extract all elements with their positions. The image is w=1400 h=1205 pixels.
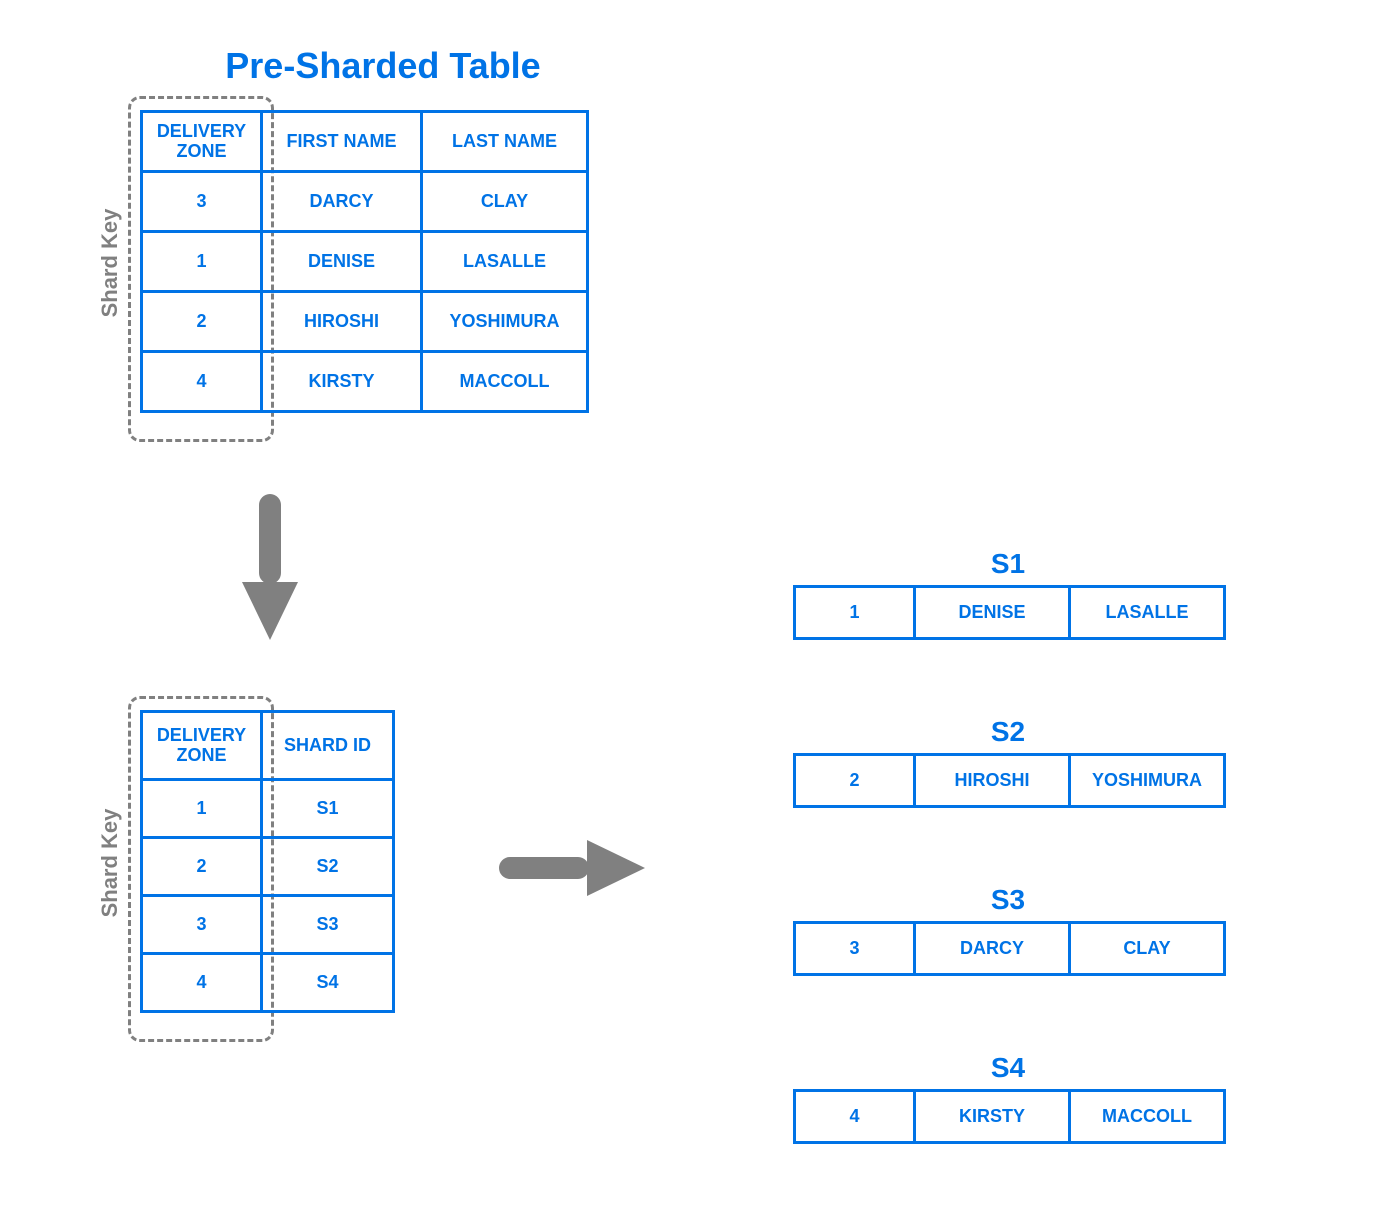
cell-first: KIRSTY <box>262 352 422 412</box>
col-header-delivery-zone: DELIVERY ZONE <box>142 712 262 780</box>
cell-zone: 3 <box>795 923 915 975</box>
cell-shard: S1 <box>262 780 394 838</box>
page-title: Pre-Sharded Table <box>180 45 586 87</box>
cell-zone: 2 <box>795 755 915 807</box>
shard-table: 4 KIRSTY MACCOLL <box>793 1089 1226 1144</box>
cell-zone: 4 <box>795 1091 915 1143</box>
table-row: 4 S4 <box>142 954 394 1012</box>
cell-last: YOSHIMURA <box>1070 755 1225 807</box>
cell-zone: 3 <box>142 896 262 954</box>
shard-table: 1 DENISE LASALLE <box>793 585 1226 640</box>
cell-first: DARCY <box>262 172 422 232</box>
cell-zone: 1 <box>142 780 262 838</box>
col-header-last-name: LAST NAME <box>422 112 588 172</box>
shard-table: 3 DARCY CLAY <box>793 921 1226 976</box>
table-header-row: DELIVERY ZONE SHARD ID <box>142 712 394 780</box>
col-header-shard-id: SHARD ID <box>262 712 394 780</box>
shard-title: S4 <box>793 1052 1223 1084</box>
cell-zone: 4 <box>142 954 262 1012</box>
cell-last: MACCOLL <box>422 352 588 412</box>
cell-last: CLAY <box>422 172 588 232</box>
cell-zone: 4 <box>142 352 262 412</box>
cell-shard: S3 <box>262 896 394 954</box>
shard-title: S3 <box>793 884 1223 916</box>
cell-first: DENISE <box>915 587 1070 639</box>
table-row: 1 DENISE LASALLE <box>795 587 1225 639</box>
table-row: 3 S3 <box>142 896 394 954</box>
shard-key-label-bottom: Shard Key <box>97 803 123 923</box>
pre-sharded-table: DELIVERY ZONE FIRST NAME LAST NAME 3 DAR… <box>140 110 589 413</box>
cell-last: YOSHIMURA <box>422 292 588 352</box>
shard-key-label-top: Shard Key <box>97 203 123 323</box>
col-header-first-name: FIRST NAME <box>262 112 422 172</box>
cell-last: LASALLE <box>422 232 588 292</box>
shard-title: S2 <box>793 716 1223 748</box>
table-row: 1 S1 <box>142 780 394 838</box>
table-header-row: DELIVERY ZONE FIRST NAME LAST NAME <box>142 112 588 172</box>
lookup-table: DELIVERY ZONE SHARD ID 1 S1 2 S2 3 S3 4 … <box>140 710 395 1013</box>
cell-first: KIRSTY <box>915 1091 1070 1143</box>
table-row: 4 KIRSTY MACCOLL <box>795 1091 1225 1143</box>
cell-shard: S4 <box>262 954 394 1012</box>
table-row: 3 DARCY CLAY <box>795 923 1225 975</box>
cell-last: CLAY <box>1070 923 1225 975</box>
arrow-right-icon <box>495 840 645 896</box>
table-row: 2 HIROSHI YOSHIMURA <box>142 292 588 352</box>
table-row: 1 DENISE LASALLE <box>142 232 588 292</box>
cell-last: LASALLE <box>1070 587 1225 639</box>
table-row: 3 DARCY CLAY <box>142 172 588 232</box>
cell-zone: 1 <box>795 587 915 639</box>
arrow-down-icon <box>242 490 298 640</box>
cell-first: HIROSHI <box>262 292 422 352</box>
table-row: 4 KIRSTY MACCOLL <box>142 352 588 412</box>
cell-zone: 2 <box>142 838 262 896</box>
cell-first: DENISE <box>262 232 422 292</box>
cell-zone: 2 <box>142 292 262 352</box>
cell-zone: 1 <box>142 232 262 292</box>
cell-zone: 3 <box>142 172 262 232</box>
table-row: 2 HIROSHI YOSHIMURA <box>795 755 1225 807</box>
cell-shard: S2 <box>262 838 394 896</box>
cell-first: HIROSHI <box>915 755 1070 807</box>
shard-table: 2 HIROSHI YOSHIMURA <box>793 753 1226 808</box>
shard-title: S1 <box>793 548 1223 580</box>
cell-first: DARCY <box>915 923 1070 975</box>
diagram-canvas: Pre-Sharded Table Shard Key DELIVERY ZON… <box>0 0 1400 1205</box>
col-header-delivery-zone: DELIVERY ZONE <box>142 112 262 172</box>
cell-last: MACCOLL <box>1070 1091 1225 1143</box>
table-row: 2 S2 <box>142 838 394 896</box>
